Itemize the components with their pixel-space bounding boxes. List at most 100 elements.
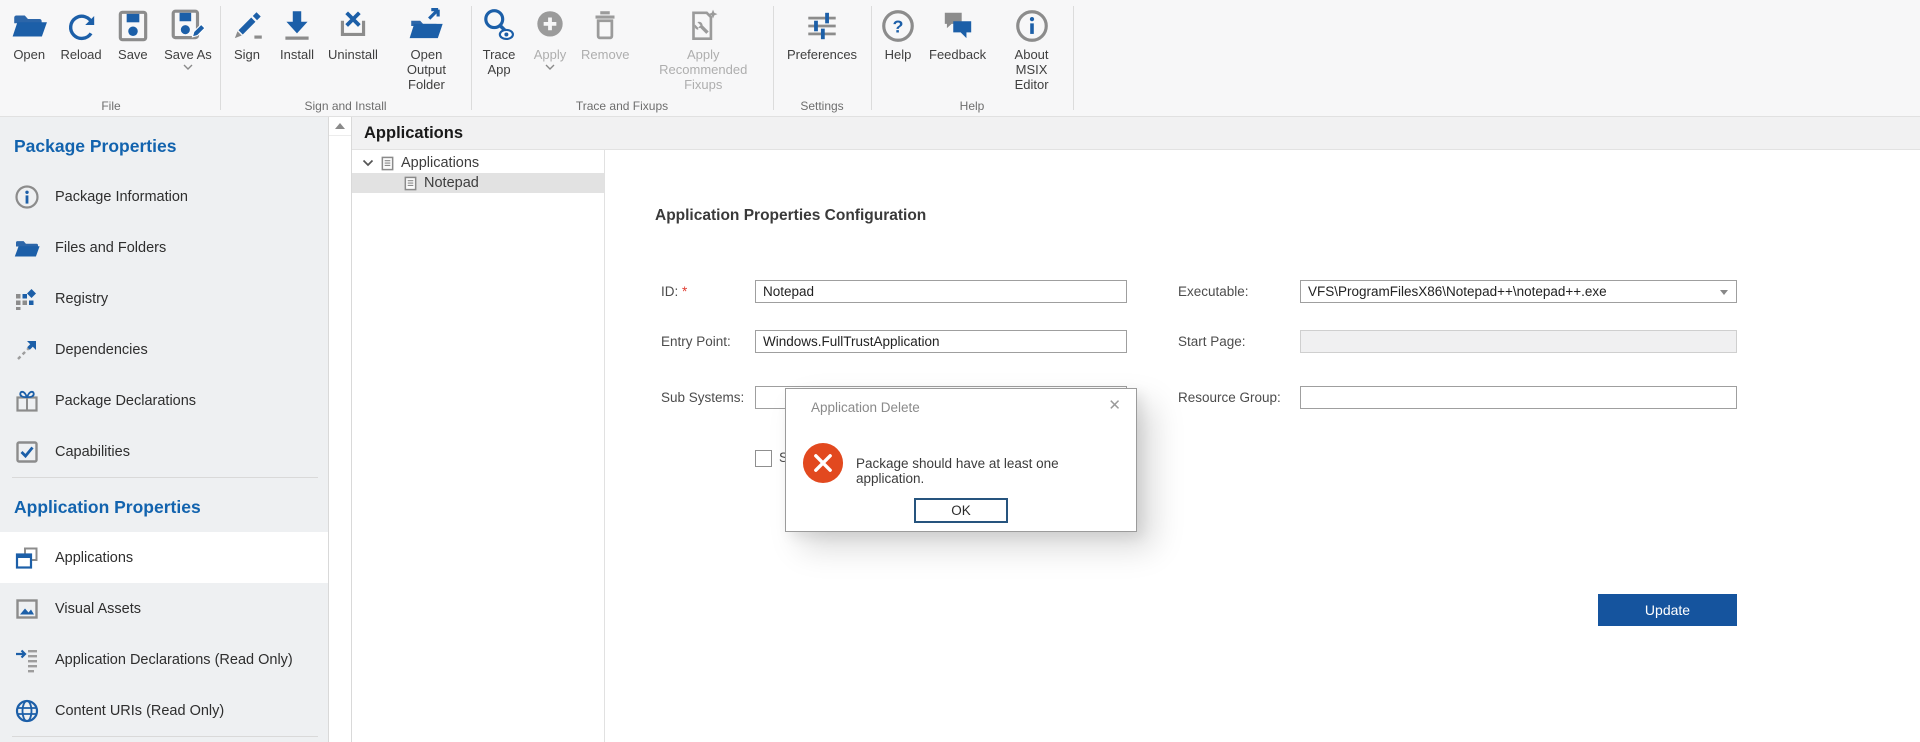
ribbon-button-uninstall[interactable]: Uninstall [322,5,384,64]
sidebar-item-package-information[interactable]: Package Information [0,171,328,222]
ribbon-button-about-msix-editor[interactable]: About MSIX Editor [992,5,1071,94]
folder-icon [14,235,40,261]
sidebar-heading-package-properties: Package Properties [14,135,328,157]
apply-plus-icon [531,7,569,45]
application-delete-dialog: Application Delete ✕ Package should have… [785,388,1137,532]
sidebar-item-label: Package Declarations [55,393,196,409]
ribbon-button-label: About MSIX Editor [998,47,1065,92]
ribbon-button-feedback[interactable]: Feedback [923,5,992,64]
uninstall-icon [334,7,372,45]
save-as-icon [169,7,207,45]
sidebar-item-content-uris-read-only[interactable]: Content URIs (Read Only) [0,685,328,736]
ribbon-toolbar: Open Reload Save Save As File Sign Install Unin… [0,0,1920,117]
ok-button[interactable]: OK [914,498,1008,523]
ribbon-button-label: Install [280,47,314,62]
tree-node-applications[interactable]: Applications [352,153,604,173]
dialog-message: Package should have at least one applica… [856,456,1130,486]
ribbon-button-apply-recommended-fixups: Apply Recommended Fixups [635,5,771,94]
ribbon-button-label: Open [13,47,45,62]
scrollbar-up-button[interactable] [329,117,351,136]
ribbon-group-buttons: Trace App Apply RemoveApply Recommended Fi… [473,0,771,94]
dialog-title: Application Delete [811,400,920,415]
close-icon[interactable]: ✕ [1108,397,1121,415]
chevron-down-icon[interactable] [361,156,375,170]
ribbon-group-label: Settings [775,99,869,113]
panel-title: Applications [364,124,463,143]
ribbon-button-save[interactable]: Save [108,5,158,64]
ribbon-button-install[interactable]: Install [272,5,322,64]
ribbon-button-trace-app[interactable]: Trace App [473,5,525,79]
ribbon-group-separator [220,6,221,110]
start-page-input [1300,330,1737,353]
sub-checkbox[interactable] [755,450,772,467]
registry-icon [14,286,40,312]
sidebar-scrollbar[interactable] [328,117,352,742]
resource-group-input[interactable] [1300,386,1737,409]
sidebar-item-applications[interactable]: Applications [0,532,328,583]
sidebar-item-visual-assets[interactable]: Visual Assets [0,583,328,634]
ribbon-group-label: File [4,99,218,113]
sidebar-item-package-declarations[interactable]: Package Declarations [0,375,328,426]
document-icon [403,176,418,191]
ribbon-button-label: Save [118,47,148,62]
ribbon-button-remove: Remove [575,5,635,64]
ribbon-button-label: Sign [234,47,260,62]
tree-node-label: Applications [401,155,479,171]
update-button[interactable]: Update [1598,594,1737,626]
ribbon-button-preferences[interactable]: Preferences [781,5,863,64]
ribbon-button-label: Apply [534,47,567,62]
sidebar: Package Properties Package Information Fil… [0,117,328,742]
ribbon-button-save-as[interactable]: Save As [158,5,218,72]
ribbon-button-help[interactable]: ?Help [873,5,923,64]
preferences-icon [803,7,841,45]
reload-icon [62,7,100,45]
dropdown-arrow-icon[interactable] [1720,290,1728,295]
open-output-folder-icon [407,7,445,45]
panel-header: Applications [352,117,1920,150]
chevron-down-icon [183,63,193,70]
sidebar-item-label: Application Declarations (Read Only) [55,652,293,668]
executable-combo[interactable]: VFS\ProgramFilesX86\Notepad++\notepad++.… [1300,280,1737,303]
sidebar-item-dependencies[interactable]: Dependencies [0,324,328,375]
feedback-icon [939,7,977,45]
sidebar-item-label: Capabilities [55,444,130,460]
ribbon-button-open-output-folder[interactable]: Open Output Folder [384,5,469,94]
ribbon-group-separator [471,6,472,110]
ribbon-group-trace-and-fixups: Trace App Apply RemoveApply Recommended Fi… [473,0,771,116]
sidebar-item-registry[interactable]: Registry [0,273,328,324]
ribbon-button-label: Uninstall [328,47,378,62]
remove-trash-icon [586,7,624,45]
resource-group-label: Resource Group: [1178,386,1281,409]
help-icon: ? [879,7,917,45]
applications-icon [14,545,40,571]
sidebar-item-application-declarations-read-only[interactable]: Application Declarations (Read Only) [0,634,328,685]
sidebar-item-label: Files and Folders [55,240,166,256]
ribbon-group-buttons: Sign Install Uninstall Open Output Folder [222,0,469,94]
sidebar-heading-application-properties: Application Properties [14,496,328,518]
sidebar-item-label: Visual Assets [55,601,141,617]
sidebar-item-label: Package Information [55,189,188,205]
id-input[interactable]: Notepad [755,280,1127,303]
sidebar-item-files-and-folders[interactable]: Files and Folders [0,222,328,273]
about-icon [1013,7,1051,45]
entry-point-label: Entry Point: [661,330,731,353]
applications-tree: Applications Notepad [352,150,605,742]
ribbon-group-buttons: Preferences [775,0,869,64]
sidebar-divider [12,477,318,478]
svg-text:?: ? [893,16,904,36]
chevron-down-icon [545,63,555,70]
ribbon-button-label: Apply Recommended Fixups [641,47,765,92]
trace-app-icon [480,7,518,45]
sub-systems-label: Sub Systems: [661,386,744,409]
ribbon-group-label: Trace and Fixups [473,99,771,113]
ribbon-button-sign[interactable]: Sign [222,5,272,64]
open-folder-icon [10,7,48,45]
ribbon-button-reload[interactable]: Reload [54,5,107,64]
ribbon-button-label: Preferences [787,47,857,62]
entry-point-input[interactable]: Windows.FullTrustApplication [755,330,1127,353]
sidebar-item-capabilities[interactable]: Capabilities [0,426,328,477]
tree-node-notepad[interactable]: Notepad [352,173,604,193]
ribbon-button-label: Open Output Folder [390,47,463,92]
ribbon-button-open[interactable]: Open [4,5,54,64]
start-page-label: Start Page: [1178,330,1246,353]
